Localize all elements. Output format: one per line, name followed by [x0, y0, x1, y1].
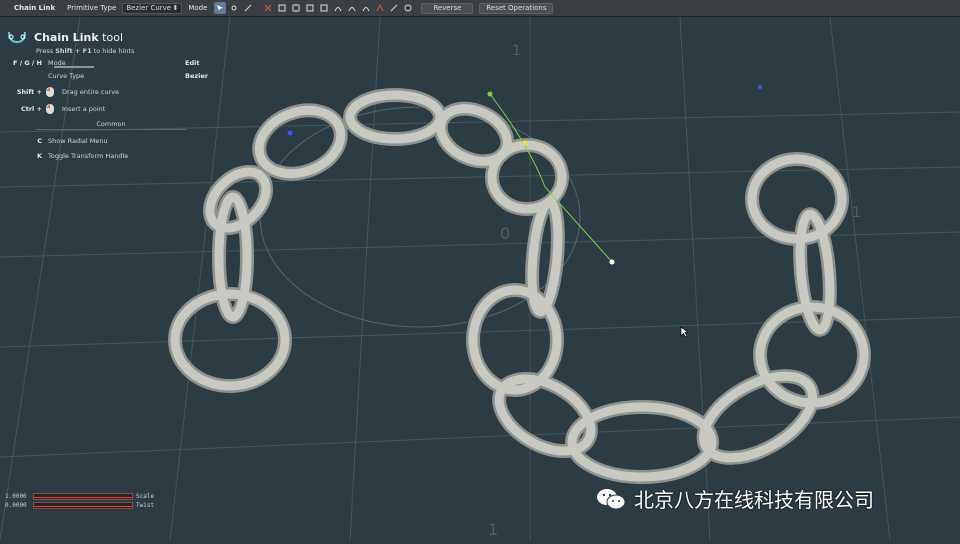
twist-slider[interactable]	[33, 502, 133, 509]
scale-slider-fill	[34, 497, 132, 498]
grid-number: 1	[852, 205, 861, 221]
axis-point	[287, 130, 293, 136]
curve-icon[interactable]	[332, 2, 344, 14]
curve-icon[interactable]	[374, 2, 386, 14]
watermark-text: 北京八方在线科技有限公司	[634, 488, 874, 512]
hint-desc: Show Radial Menu	[48, 136, 108, 145]
grid-number: 0	[500, 224, 510, 243]
align-icon[interactable]	[304, 2, 316, 14]
twist-slider-fill	[34, 506, 132, 507]
bezier-control-point[interactable]	[609, 259, 615, 265]
hint-key: F / G / H	[12, 58, 42, 67]
align-icon[interactable]	[290, 2, 302, 14]
wechat-icon	[597, 488, 626, 509]
move-point-icon[interactable]	[228, 2, 240, 14]
parameter-sliders: 1.0000 Scale 0.0000 Twist	[5, 492, 154, 510]
tool-options-bar: Chain Link Primitive Type Bezier Curve ⬍…	[0, 0, 960, 17]
watermark: 北京八方在线科技有限公司	[596, 484, 874, 513]
hints-header: Chain Link tool	[6, 28, 216, 46]
hint-value: Edit	[185, 58, 200, 67]
hint-key: C	[37, 136, 42, 145]
hint-desc: Drag entire curve	[62, 87, 120, 96]
hints-section-common: Common	[36, 120, 186, 130]
mode-label: Mode	[188, 4, 208, 12]
mouse-icon	[46, 86, 54, 97]
tool-hints-panel: Chain Link tool Press Shift + F1 to hide…	[6, 28, 216, 163]
hint-desc: Insert a point	[62, 104, 106, 113]
hints-subtitle: Press Shift + F1 to hide hints	[36, 47, 135, 55]
twist-value: 0.0000	[5, 502, 27, 509]
select-arrow-icon[interactable]	[214, 2, 227, 14]
primitive-type-value: Bezier Curve	[126, 4, 172, 12]
hint-row-radial: C Show Radial Menu	[6, 133, 216, 148]
grid-number: 1	[512, 43, 521, 59]
chevron-down-icon: ⬍	[172, 4, 179, 12]
align-icon[interactable]	[276, 2, 288, 14]
scale-slider[interactable]	[33, 493, 133, 500]
hint-row-transform: K Toggle Transform Handle	[6, 148, 216, 163]
reverse-button[interactable]: Reverse	[421, 2, 474, 14]
mouse-cursor-icon	[680, 323, 690, 342]
primitive-type-select[interactable]: Bezier Curve ⬍	[122, 2, 183, 14]
primitive-type-label: Primitive Type	[67, 4, 117, 12]
hint-key: K	[36, 151, 42, 160]
grid-number: 1	[488, 520, 498, 539]
tool-name: Chain Link	[14, 4, 56, 12]
hint-row-insert: Ctrl + Insert a point	[6, 100, 216, 117]
twist-slider-row: 0.0000 Twist	[5, 501, 154, 510]
align-icon[interactable]	[318, 2, 330, 14]
chain-links	[168, 88, 871, 484]
chain-link-tool-icon	[8, 31, 26, 44]
curve-icon[interactable]	[346, 2, 358, 14]
scale-icon[interactable]	[242, 2, 254, 14]
reset-operations-button[interactable]: Reset Operations	[479, 2, 554, 14]
scale-slider-row: 1.0000 Scale	[5, 492, 154, 501]
hint-value: Bezier	[185, 71, 208, 80]
hint-key: Ctrl +	[20, 104, 42, 113]
hint-row-drag: Shift + Drag entire curve	[6, 83, 216, 100]
curve-icon[interactable]	[360, 2, 372, 14]
scale-value: 1.0000	[5, 493, 27, 500]
delete-point-icon[interactable]	[262, 2, 274, 14]
hints-title: Chain Link tool	[34, 30, 124, 44]
hint-key: Shift +	[16, 87, 42, 96]
line-icon[interactable]	[388, 2, 400, 14]
scale-label: Scale	[136, 493, 155, 500]
axis-point	[758, 85, 762, 89]
mouse-icon	[46, 103, 54, 114]
hint-desc: Toggle Transform Handle	[48, 151, 129, 160]
hint-row-curve-type: Curve Type Bezier	[6, 68, 216, 83]
circle-icon[interactable]	[402, 2, 414, 14]
bezier-control-point[interactable]	[522, 140, 528, 146]
bezier-control-point[interactable]	[487, 91, 493, 97]
twist-label: Twist	[136, 502, 155, 509]
